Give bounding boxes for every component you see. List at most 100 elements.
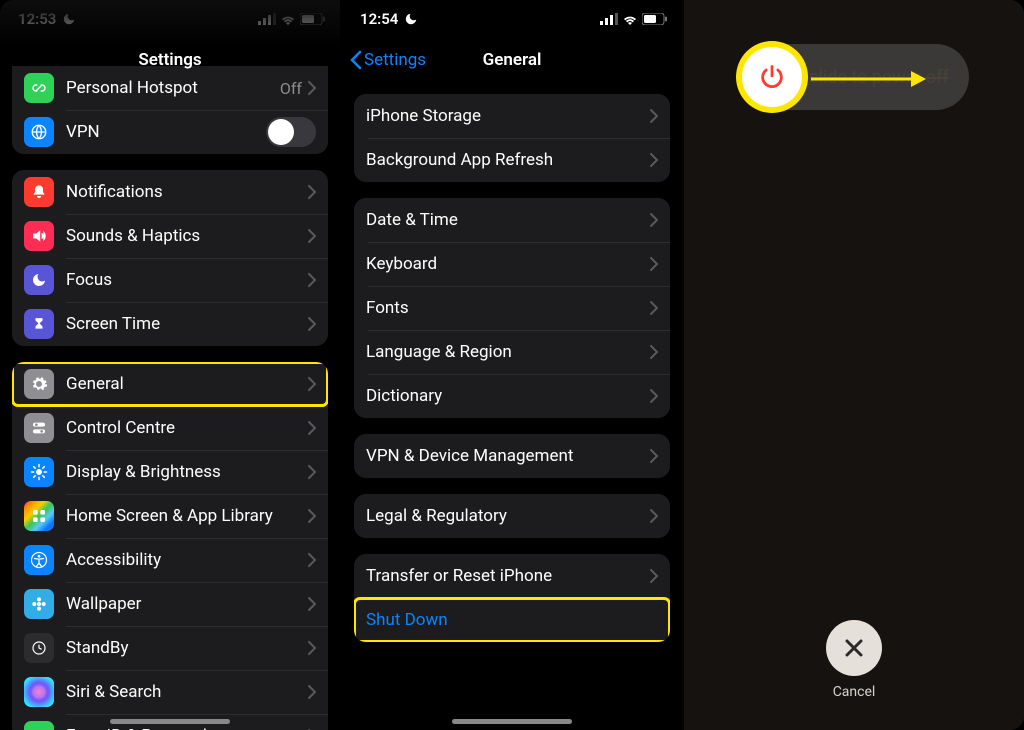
speaker-icon — [24, 221, 54, 251]
chevron-right-icon — [650, 257, 658, 271]
row-label: Display & Brightness — [66, 462, 308, 482]
row-label: Accessibility — [66, 550, 308, 570]
home-indicator[interactable] — [452, 719, 572, 724]
row-label: Transfer or Reset iPhone — [366, 566, 650, 586]
clock-icon — [24, 633, 54, 663]
chevron-left-icon — [350, 50, 362, 70]
status-bar: 12:53 — [0, 0, 340, 38]
siri-icon — [24, 677, 54, 707]
accessibility-icon — [24, 545, 54, 575]
chevron-right-icon — [308, 273, 316, 287]
nav-header: Settings General — [342, 38, 682, 82]
chevron-right-icon — [650, 345, 658, 359]
chevron-right-icon — [308, 81, 316, 95]
row-personal-hotspot[interactable]: Personal Hotspot Off — [12, 66, 328, 110]
row-sounds[interactable]: Sounds & Haptics — [12, 214, 328, 258]
row-label: VPN — [66, 122, 266, 142]
chevron-right-icon — [308, 509, 316, 523]
chevron-right-icon — [308, 185, 316, 199]
back-label: Settings — [364, 50, 426, 70]
row-iphone-storage[interactable]: iPhone Storage — [354, 94, 670, 138]
chevron-right-icon — [650, 301, 658, 315]
row-label: Wallpaper — [66, 594, 308, 614]
status-time: 12:54 — [360, 10, 398, 28]
moon-icon — [24, 265, 54, 295]
chevron-right-icon — [308, 377, 316, 391]
row-label: iPhone Storage — [366, 106, 650, 126]
row-notifications[interactable]: Notifications — [12, 170, 328, 214]
row-fonts[interactable]: Fonts — [354, 286, 670, 330]
row-label: Personal Hotspot — [66, 78, 280, 98]
chevron-right-icon — [650, 569, 658, 583]
row-general[interactable]: General — [12, 362, 328, 406]
row-focus[interactable]: Focus — [12, 258, 328, 302]
wifi-icon — [280, 13, 296, 25]
row-label: VPN & Device Management — [366, 446, 650, 466]
battery-icon — [642, 13, 668, 25]
signal-icon — [600, 13, 618, 25]
signal-icon — [258, 13, 276, 25]
annotation-arrow-icon — [811, 66, 926, 92]
row-standby[interactable]: StandBy — [12, 626, 328, 670]
moon-icon — [404, 12, 418, 26]
row-detail: Off — [280, 79, 302, 98]
row-siri[interactable]: Siri & Search — [12, 670, 328, 714]
row-label: Face ID & Passcode — [66, 726, 308, 730]
chevron-right-icon — [308, 317, 316, 331]
power-off-screen: slide to power off Cancel — [684, 0, 1024, 730]
row-label: Keyboard — [366, 254, 650, 274]
row-keyboard[interactable]: Keyboard — [354, 242, 670, 286]
row-label: Fonts — [366, 298, 650, 318]
row-label: Legal & Regulatory — [366, 506, 650, 526]
wifi-icon — [622, 13, 638, 25]
row-screentime[interactable]: Screen Time — [12, 302, 328, 346]
chevron-right-icon — [308, 685, 316, 699]
row-language[interactable]: Language & Region — [354, 330, 670, 374]
status-bar: 12:54 — [342, 0, 682, 38]
row-vpn[interactable]: VPN — [12, 110, 328, 154]
row-wallpaper[interactable]: Wallpaper — [12, 582, 328, 626]
row-bg-refresh[interactable]: Background App Refresh — [354, 138, 670, 182]
home-indicator[interactable] — [110, 719, 230, 724]
row-label: Language & Region — [366, 342, 650, 362]
moon-icon — [62, 12, 76, 26]
row-label: Notifications — [66, 182, 308, 202]
chevron-right-icon — [308, 421, 316, 435]
row-display[interactable]: Display & Brightness — [12, 450, 328, 494]
row-label: Date & Time — [366, 210, 650, 230]
chevron-right-icon — [308, 641, 316, 655]
row-shut-down[interactable]: Shut Down — [354, 598, 670, 642]
row-vpn-mgmt[interactable]: VPN & Device Management — [354, 434, 670, 478]
row-homescreen[interactable]: Home Screen & App Library — [12, 494, 328, 538]
chevron-right-icon — [308, 465, 316, 479]
faceid-icon — [24, 721, 54, 730]
chevron-right-icon — [308, 229, 316, 243]
cancel-button[interactable] — [826, 620, 882, 676]
row-dictionary[interactable]: Dictionary — [354, 374, 670, 418]
row-label: Background App Refresh — [366, 150, 650, 170]
power-knob[interactable] — [742, 47, 802, 107]
status-time: 12:53 — [18, 10, 56, 28]
row-label: Shut Down — [366, 610, 658, 630]
cancel-label: Cancel — [833, 684, 876, 700]
row-transfer-reset[interactable]: Transfer or Reset iPhone — [354, 554, 670, 598]
row-control-centre[interactable]: Control Centre — [12, 406, 328, 450]
bell-icon — [24, 177, 54, 207]
flower-icon — [24, 589, 54, 619]
general-screen: 12:54 Settings General iPhone Storage Ba… — [342, 0, 682, 730]
row-accessibility[interactable]: Accessibility — [12, 538, 328, 582]
row-legal[interactable]: Legal & Regulatory — [354, 494, 670, 538]
row-label: Siri & Search — [66, 682, 308, 702]
row-label: Home Screen & App Library — [66, 506, 308, 526]
sun-icon — [24, 457, 54, 487]
row-label: General — [66, 374, 308, 394]
row-date-time[interactable]: Date & Time — [354, 198, 670, 242]
row-label: Dictionary — [366, 386, 650, 406]
back-button[interactable]: Settings — [350, 50, 426, 70]
settings-screen: 12:53 Settings Personal Ho — [0, 0, 340, 730]
chevron-right-icon — [650, 109, 658, 123]
chevron-right-icon — [650, 213, 658, 227]
hourglass-icon — [24, 309, 54, 339]
row-label: Control Centre — [66, 418, 308, 438]
vpn-toggle[interactable] — [266, 117, 316, 147]
